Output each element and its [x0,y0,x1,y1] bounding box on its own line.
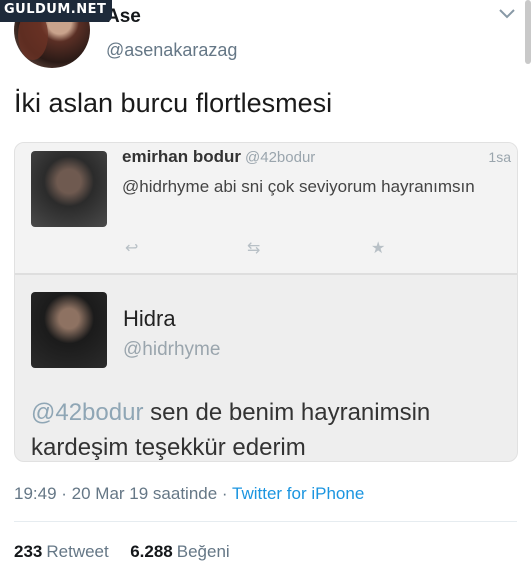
embedded-avatar-second [31,292,107,368]
like-stat[interactable]: 6.288 Beğeni [130,542,229,561]
embedded-mention: @42bodur [31,399,144,426]
embedded-screenshot: emirhan bodur @42bodur 1sa @hidrhyme abi … [14,142,518,462]
retweet-icon: ⇆ [247,240,261,257]
like-count: 6.288 [130,542,173,561]
chevron-down-icon[interactable] [497,6,517,22]
divider [14,521,517,522]
embedded-tweet-first: emirhan bodur @42bodur 1sa @hidrhyme abi … [15,143,517,275]
tweet-source[interactable]: Twitter for iPhone [232,484,364,503]
watermark: GULDUM.NET [0,0,113,22]
reply-icon: ↩ [125,240,139,257]
embedded-avatar-first [31,151,107,227]
embedded-time-first: 1sa [488,149,511,165]
embedded-name-second: Hidra [123,306,176,331]
tweet-meta: 19:49 · 20 Mar 19 saatinde · Twitter for… [14,484,364,504]
retweet-label: Retweet [46,542,109,561]
tweet-timestamp[interactable]: 19:49 · 20 Mar 19 saatinde · [14,484,232,503]
favorite-icon: ★ [371,240,386,257]
author-handle[interactable]: @asenakarazag [106,40,237,61]
embedded-handle-second: @hidrhyme [123,339,221,360]
retweet-count: 233 [14,542,43,561]
tweet-text: İki aslan burcu flortlesmesi [14,88,333,118]
like-label: Beğeni [176,542,230,561]
embedded-name-first: emirhan bodur @42bodur [122,147,315,167]
scrollbar[interactable] [525,0,531,64]
retweet-stat[interactable]: 233 Retweet [14,542,109,561]
embedded-text-second: @42bodur sen de benim hayranimsin kardeş… [31,395,511,461]
embedded-handle-first: @42bodur [245,149,316,166]
embedded-name-text: emirhan bodur [122,147,242,166]
embedded-actions: ↩ ⇆ ★ [125,238,405,258]
embedded-text-first: @hidrhyme abi sni çok seviyorum hayranım… [122,177,475,196]
tweet-stats: 233 Retweet 6.288 Beğeni [14,542,230,562]
